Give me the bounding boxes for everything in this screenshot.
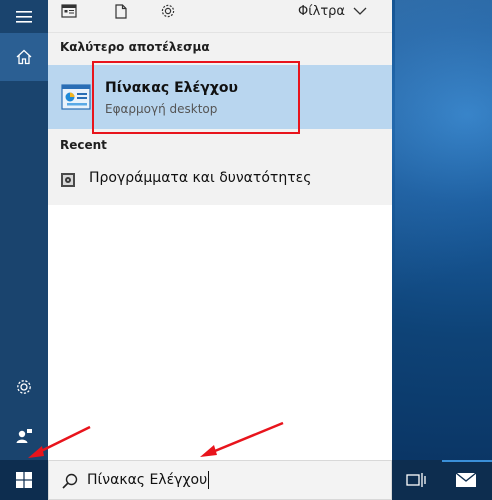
start-button[interactable] [0,460,48,500]
search-input-text: Πίνακας Ελέγχου [87,472,208,488]
mail-icon [455,472,477,487]
taskbar: Πίνακας Ελέγχου [0,460,492,500]
search-results-panel: Φίλτρα Καλύτερο αποτέλεσμα Πίνακας Ελέγχ… [48,0,392,460]
search-input[interactable]: Πίνακας Ελέγχου [87,461,210,499]
apps-icon [61,4,77,18]
search-box[interactable]: Πίνακας Ελέγχου [48,460,392,500]
red-highlight-box [92,61,300,134]
task-view-button[interactable] [392,460,440,500]
settings-icon [17,380,31,394]
recent-heading: Recent [60,138,107,152]
feedback-button[interactable] [0,412,48,460]
document-icon [115,3,127,19]
settings-filter-button[interactable] [151,0,185,22]
filters-dropdown[interactable]: Φίλτρα [298,0,367,22]
feedback-icon [16,429,32,443]
settings-button[interactable] [0,363,48,411]
programs-icon [61,173,75,187]
documents-filter-button[interactable] [104,0,138,22]
results-empty-area [48,205,392,460]
apps-filter-button[interactable] [52,0,86,22]
mail-button[interactable] [440,460,492,500]
results-toolbar: Φίλτρα [48,0,392,33]
chevron-down-icon [353,7,367,15]
filters-label: Φίλτρα [298,3,345,19]
recent-item-programs-and-features[interactable]: Προγράμματα και δυνατότητες [48,162,392,198]
task-view-icon [406,473,426,487]
windows-start-icon [16,472,32,488]
text-caret [208,471,210,489]
home-button[interactable] [0,33,48,81]
search-icon [62,473,78,489]
best-match-heading: Καλύτερο αποτέλεσμα [60,40,210,54]
home-icon [16,49,32,65]
control-panel-icon [61,84,91,110]
recent-item-label: Προγράμματα και δυνατότητες [89,170,312,186]
desktop-light-ray [395,0,492,460]
hamburger-menu-icon [16,10,32,23]
hamburger-menu-button[interactable] [0,0,48,33]
start-left-rail [0,0,48,460]
settings-icon [161,4,175,18]
